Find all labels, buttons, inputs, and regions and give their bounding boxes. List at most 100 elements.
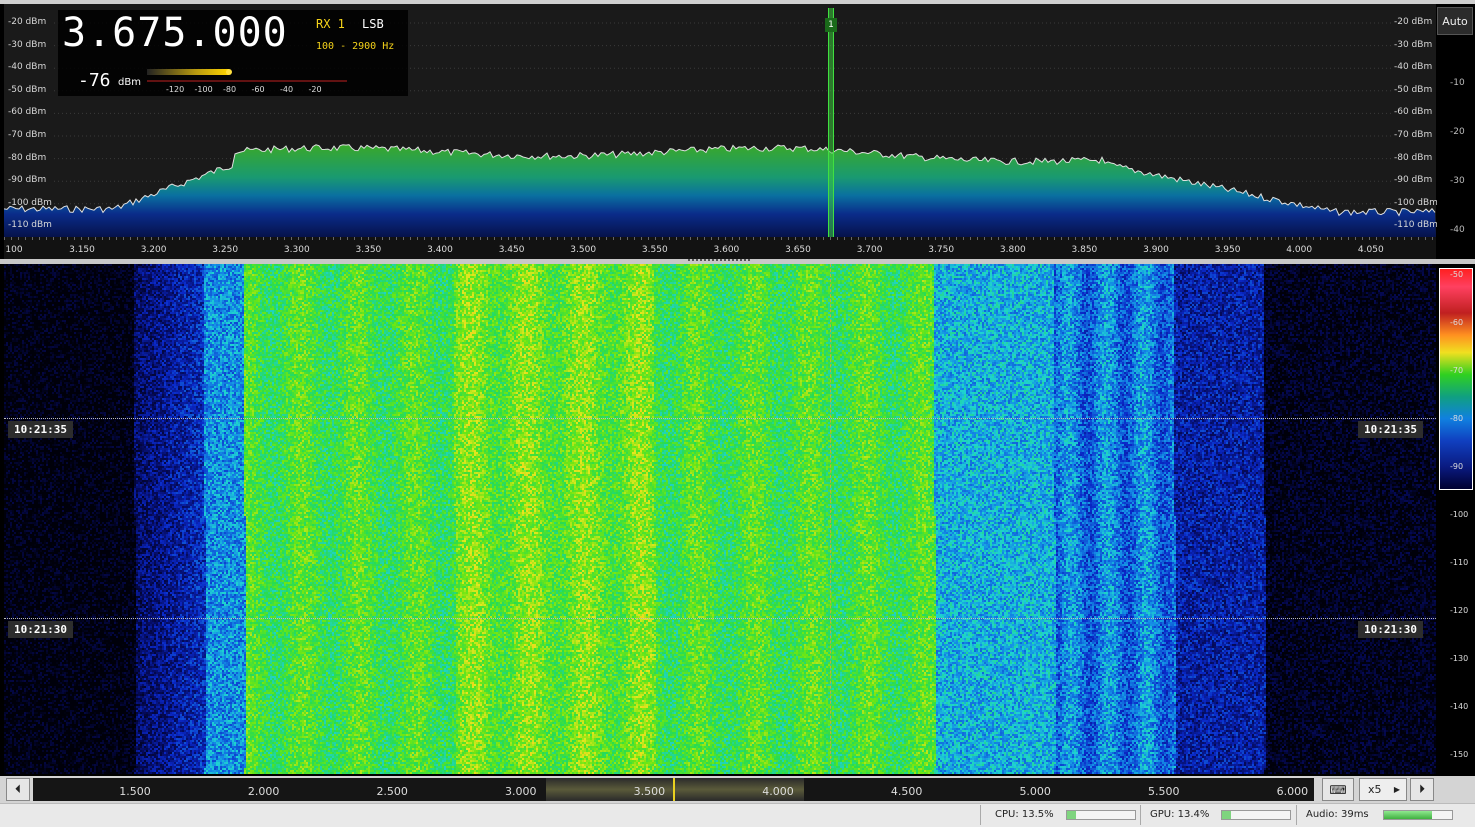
- freq-minor-tick: [1187, 237, 1188, 240]
- time-line: [4, 418, 1436, 419]
- freq-minor-tick: [648, 237, 649, 240]
- colorbar-label: -130: [1450, 654, 1469, 663]
- freq-minor-tick: [774, 237, 775, 240]
- db-label-right: -30 dBm: [1394, 39, 1433, 50]
- scroll-left-button[interactable]: ⏴: [6, 778, 30, 801]
- freq-minor-tick: [599, 237, 600, 240]
- freq-minor-tick: [746, 237, 747, 240]
- freq-minor-tick: [641, 237, 642, 240]
- smeter-tick: -120: [166, 85, 185, 94]
- db-label-left: -70 dBm: [8, 130, 47, 140]
- freq-minor-tick: [529, 237, 530, 240]
- freq-minor-tick: [1047, 237, 1048, 240]
- freq-minor-tick: [1145, 237, 1146, 240]
- freq-minor-tick: [88, 237, 89, 240]
- freq-minor-tick: [914, 237, 915, 240]
- freq-minor-tick: [732, 237, 733, 240]
- freq-minor-tick: [977, 237, 978, 240]
- navigator-tick: 6.000: [1276, 785, 1309, 798]
- freq-minor-tick: [578, 237, 579, 240]
- freq-tick: 3.300: [283, 245, 310, 255]
- freq-minor-tick: [151, 237, 152, 240]
- freq-minor-tick: [1089, 237, 1090, 240]
- auto-button[interactable]: Auto: [1437, 7, 1473, 35]
- freq-minor-tick: [1327, 237, 1328, 240]
- bandwidth-label[interactable]: 100 - 2900 Hz: [316, 41, 394, 52]
- zoom-select[interactable]: x5 ▶: [1359, 778, 1407, 801]
- freq-minor-tick: [228, 237, 229, 240]
- freq-minor-tick: [564, 237, 565, 240]
- freq-minor-tick: [879, 237, 880, 240]
- freq-minor-tick: [704, 237, 705, 240]
- freq-minor-tick: [837, 237, 838, 240]
- freq-minor-tick: [130, 237, 131, 240]
- colorbar[interactable]: [1439, 268, 1473, 490]
- gpu-meter-fill: [1222, 811, 1232, 819]
- keyboard-button[interactable]: ⌨: [1322, 778, 1354, 801]
- freq-minor-tick: [711, 237, 712, 240]
- freq-minor-tick: [396, 237, 397, 240]
- cpu-meter-fill: [1067, 811, 1077, 819]
- navigator-tick: 1.500: [119, 785, 151, 798]
- freq-minor-tick: [284, 237, 285, 240]
- freq-minor-tick: [613, 237, 614, 240]
- rx-marker[interactable]: [828, 8, 834, 237]
- timestamp-left: 10:21:30: [8, 621, 73, 638]
- freq-minor-tick: [256, 237, 257, 240]
- freq-minor-tick: [32, 237, 33, 240]
- rx-marker-label[interactable]: 1: [825, 18, 837, 32]
- freq-minor-tick: [137, 237, 138, 240]
- freq-minor-tick: [319, 237, 320, 240]
- freq-minor-tick: [410, 237, 411, 240]
- frequency-readout[interactable]: 3.675.000: [62, 10, 288, 56]
- freq-minor-tick: [963, 237, 964, 240]
- freq-minor-tick: [1054, 237, 1055, 240]
- db-label-left: -80 dBm: [8, 152, 47, 163]
- frequency-axis[interactable]: 100 3.150 3.200 3.250 3.300 3.350 3.400 3.450 3.…: [4, 237, 1436, 259]
- freq-minor-tick: [158, 237, 159, 240]
- status-separator: [1296, 805, 1297, 825]
- db-label-right: -90 dBm: [1394, 175, 1433, 186]
- db-label-left: -20 dBm: [8, 17, 47, 27]
- freq-minor-tick: [557, 237, 558, 240]
- colorbar-label: -140: [1450, 702, 1469, 711]
- freq-minor-tick: [326, 237, 327, 240]
- smeter-value: -76: [78, 70, 111, 91]
- db-label-right: -20 dBm: [1394, 17, 1433, 27]
- cpu-label: CPU: 13.5%: [995, 809, 1054, 820]
- freq-tick: 3.350: [355, 245, 382, 255]
- freq-minor-tick: [263, 237, 264, 240]
- freq-minor-tick: [1250, 237, 1251, 240]
- freq-minor-tick: [1159, 237, 1160, 240]
- waterfall-display[interactable]: [4, 264, 1436, 774]
- freq-minor-tick: [1005, 237, 1006, 240]
- db-label-right: -50 dBm: [1394, 84, 1433, 95]
- mode-label[interactable]: LSB: [362, 17, 384, 31]
- freq-minor-tick: [942, 237, 943, 240]
- freq-minor-tick: [417, 237, 418, 240]
- right-scale-label: -40: [1450, 225, 1465, 235]
- freq-minor-tick: [795, 237, 796, 240]
- receiver-label[interactable]: RX 1: [316, 17, 345, 31]
- freq-tick: 3.200: [140, 245, 167, 255]
- colorbar-label: -70: [1450, 366, 1464, 375]
- freq-minor-tick: [1110, 237, 1111, 240]
- freq-minor-tick: [515, 237, 516, 240]
- freq-tick: 4.000: [1286, 245, 1313, 255]
- freq-minor-tick: [452, 237, 453, 240]
- scroll-left-icon: ⏴: [14, 782, 21, 796]
- scroll-right-button[interactable]: ⏵: [1410, 778, 1434, 801]
- splitter-grip[interactable]: [688, 259, 750, 262]
- freq-tick: 3.750: [928, 245, 955, 255]
- freq-minor-tick: [1404, 237, 1405, 240]
- freq-minor-tick: [1264, 237, 1265, 240]
- freq-minor-tick: [543, 237, 544, 240]
- freq-minor-tick: [277, 237, 278, 240]
- freq-minor-tick: [1278, 237, 1279, 240]
- freq-minor-tick: [816, 237, 817, 240]
- freq-tick: 3.150: [69, 245, 95, 255]
- waterfall-marker: [830, 264, 831, 774]
- freq-minor-tick: [1320, 237, 1321, 240]
- colorbar-label: -90: [1450, 462, 1464, 471]
- freq-minor-tick: [1103, 237, 1104, 240]
